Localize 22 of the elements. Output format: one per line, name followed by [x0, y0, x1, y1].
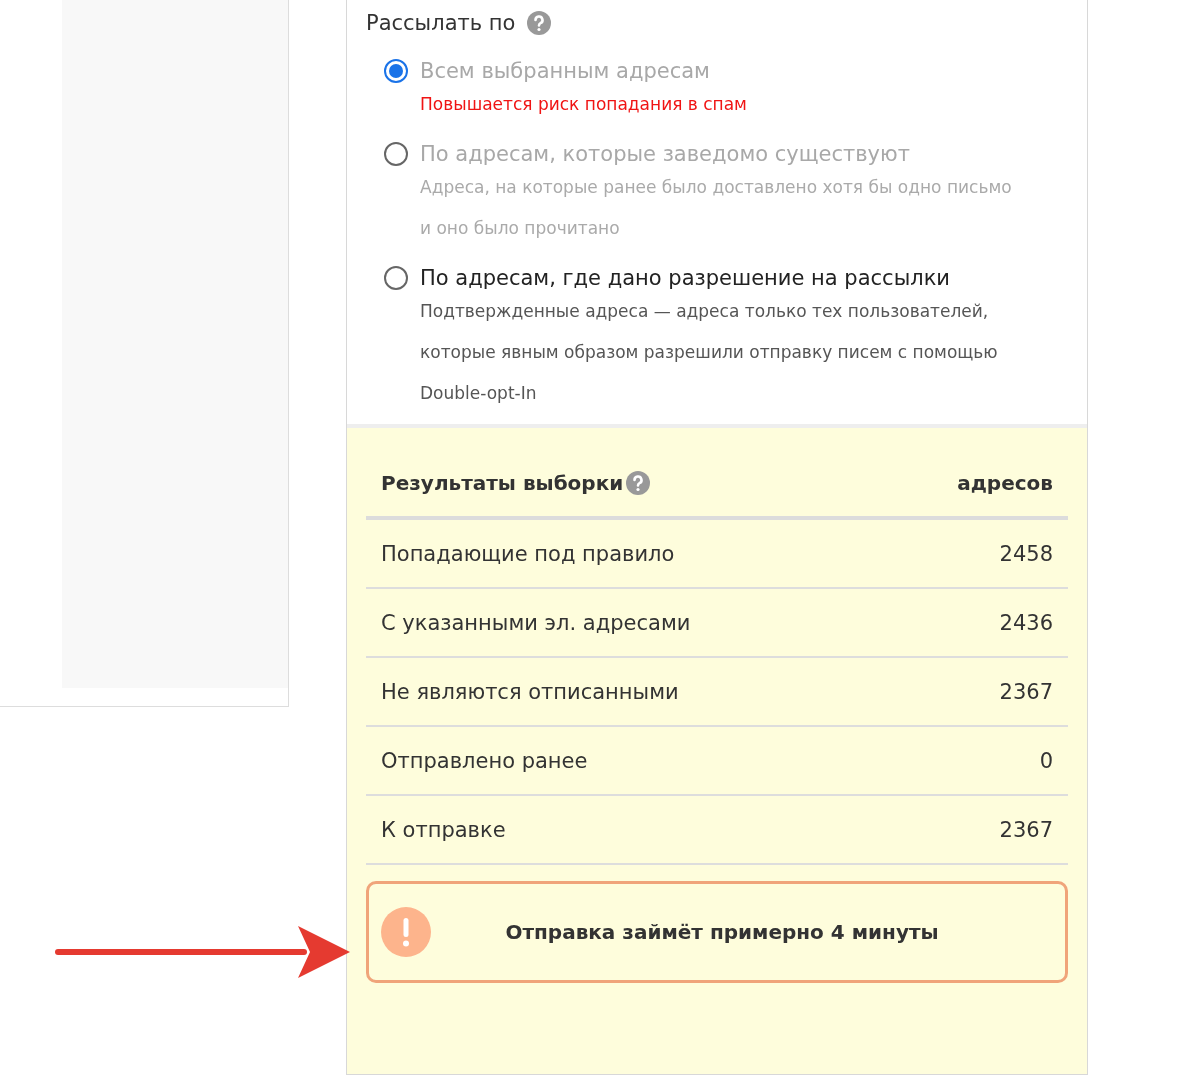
help-icon[interactable]: [527, 11, 552, 35]
row-count: 0: [1039, 748, 1053, 773]
results-title: Результаты выборки: [381, 471, 624, 495]
option-hint: Подтвержденные адреса — адреса только тех пользователей, которые явным образом разрешили отправку писем с помощью Double-opt-In: [420, 300, 999, 405]
row-label: Попадающие под правило: [381, 541, 675, 566]
row-label: Не являются отписанными: [381, 679, 679, 704]
option-hint: Адреса, на которые ранее было доставлено хотя бы одно письмо и оно было прочитано: [420, 176, 1013, 240]
notice-text: Отправка займёт примерно 4 минуты: [504, 920, 940, 944]
row-label: К отправке: [381, 817, 506, 842]
option-label[interactable]: По адресам, где дано разрешение на рассылки: [420, 265, 1020, 291]
help-icon[interactable]: [626, 471, 651, 495]
warning-text: Повышается риск попадания в спам: [420, 93, 747, 116]
row-count: 2367: [999, 679, 1053, 704]
row-label: Отправлено ранее: [381, 748, 588, 773]
row-count: 2436: [999, 610, 1053, 635]
exclamation-icon: [381, 907, 431, 957]
row-count: 2458: [999, 541, 1053, 566]
column-header: адресов: [957, 471, 1053, 495]
radio-button[interactable]: [384, 266, 408, 290]
row-count: 2367: [999, 817, 1053, 842]
section-title: Рассылать по: [366, 11, 516, 35]
row-label: С указанными эл. адресами: [381, 610, 691, 635]
